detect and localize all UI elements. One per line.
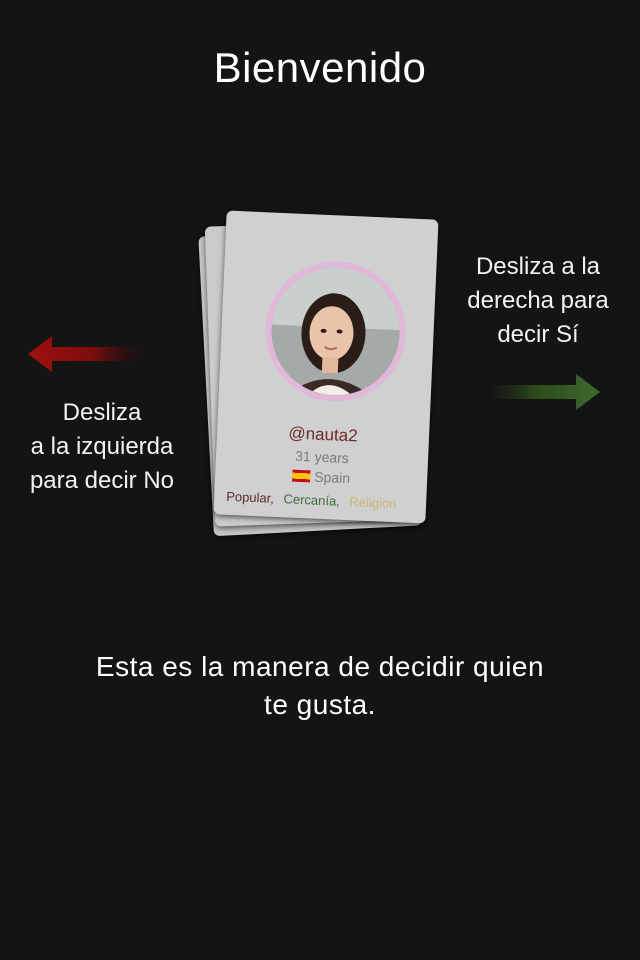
intro-message-line: te gusta. xyxy=(264,689,376,720)
intro-message: Esta es la manera de decidir quien te gu… xyxy=(40,648,600,724)
swipe-left-hint: Desliza a la izquierda para decir No xyxy=(12,396,192,498)
swipe-right-arrow-icon xyxy=(486,374,600,410)
swipe-right-hint: Desliza a la derecha para decir Sí xyxy=(452,250,624,352)
hint-left-line: para decir No xyxy=(29,467,175,494)
profile-card-stack: @nauta2 31 years Spain Popular, Cercanía… xyxy=(198,205,448,545)
page-title: Bienvenido xyxy=(213,44,427,91)
tag-cercania: Cercanía, xyxy=(283,491,341,509)
profile-tags: Popular, Cercanía, Religion xyxy=(226,489,426,513)
tag-religion: Religion xyxy=(349,494,397,512)
hint-right-line: Desliza a la xyxy=(475,253,601,280)
profile-card[interactable]: @nauta2 31 years Spain Popular, Cercanía… xyxy=(213,210,439,524)
avatar-ring xyxy=(262,258,409,405)
avatar xyxy=(268,264,403,399)
spain-flag-icon xyxy=(292,469,311,483)
tag-popular: Popular, xyxy=(225,488,275,506)
hint-right-line: decir Sí xyxy=(497,321,579,348)
intro-message-line: Esta es la manera de decidir quien xyxy=(95,651,545,682)
hint-left-line: a la izquierda xyxy=(30,433,174,460)
profile-country-label: Spain xyxy=(313,468,351,487)
hint-left-line: Desliza xyxy=(62,399,142,426)
swipe-left-arrow-icon xyxy=(28,336,146,372)
hint-right-line: derecha para xyxy=(467,287,609,314)
